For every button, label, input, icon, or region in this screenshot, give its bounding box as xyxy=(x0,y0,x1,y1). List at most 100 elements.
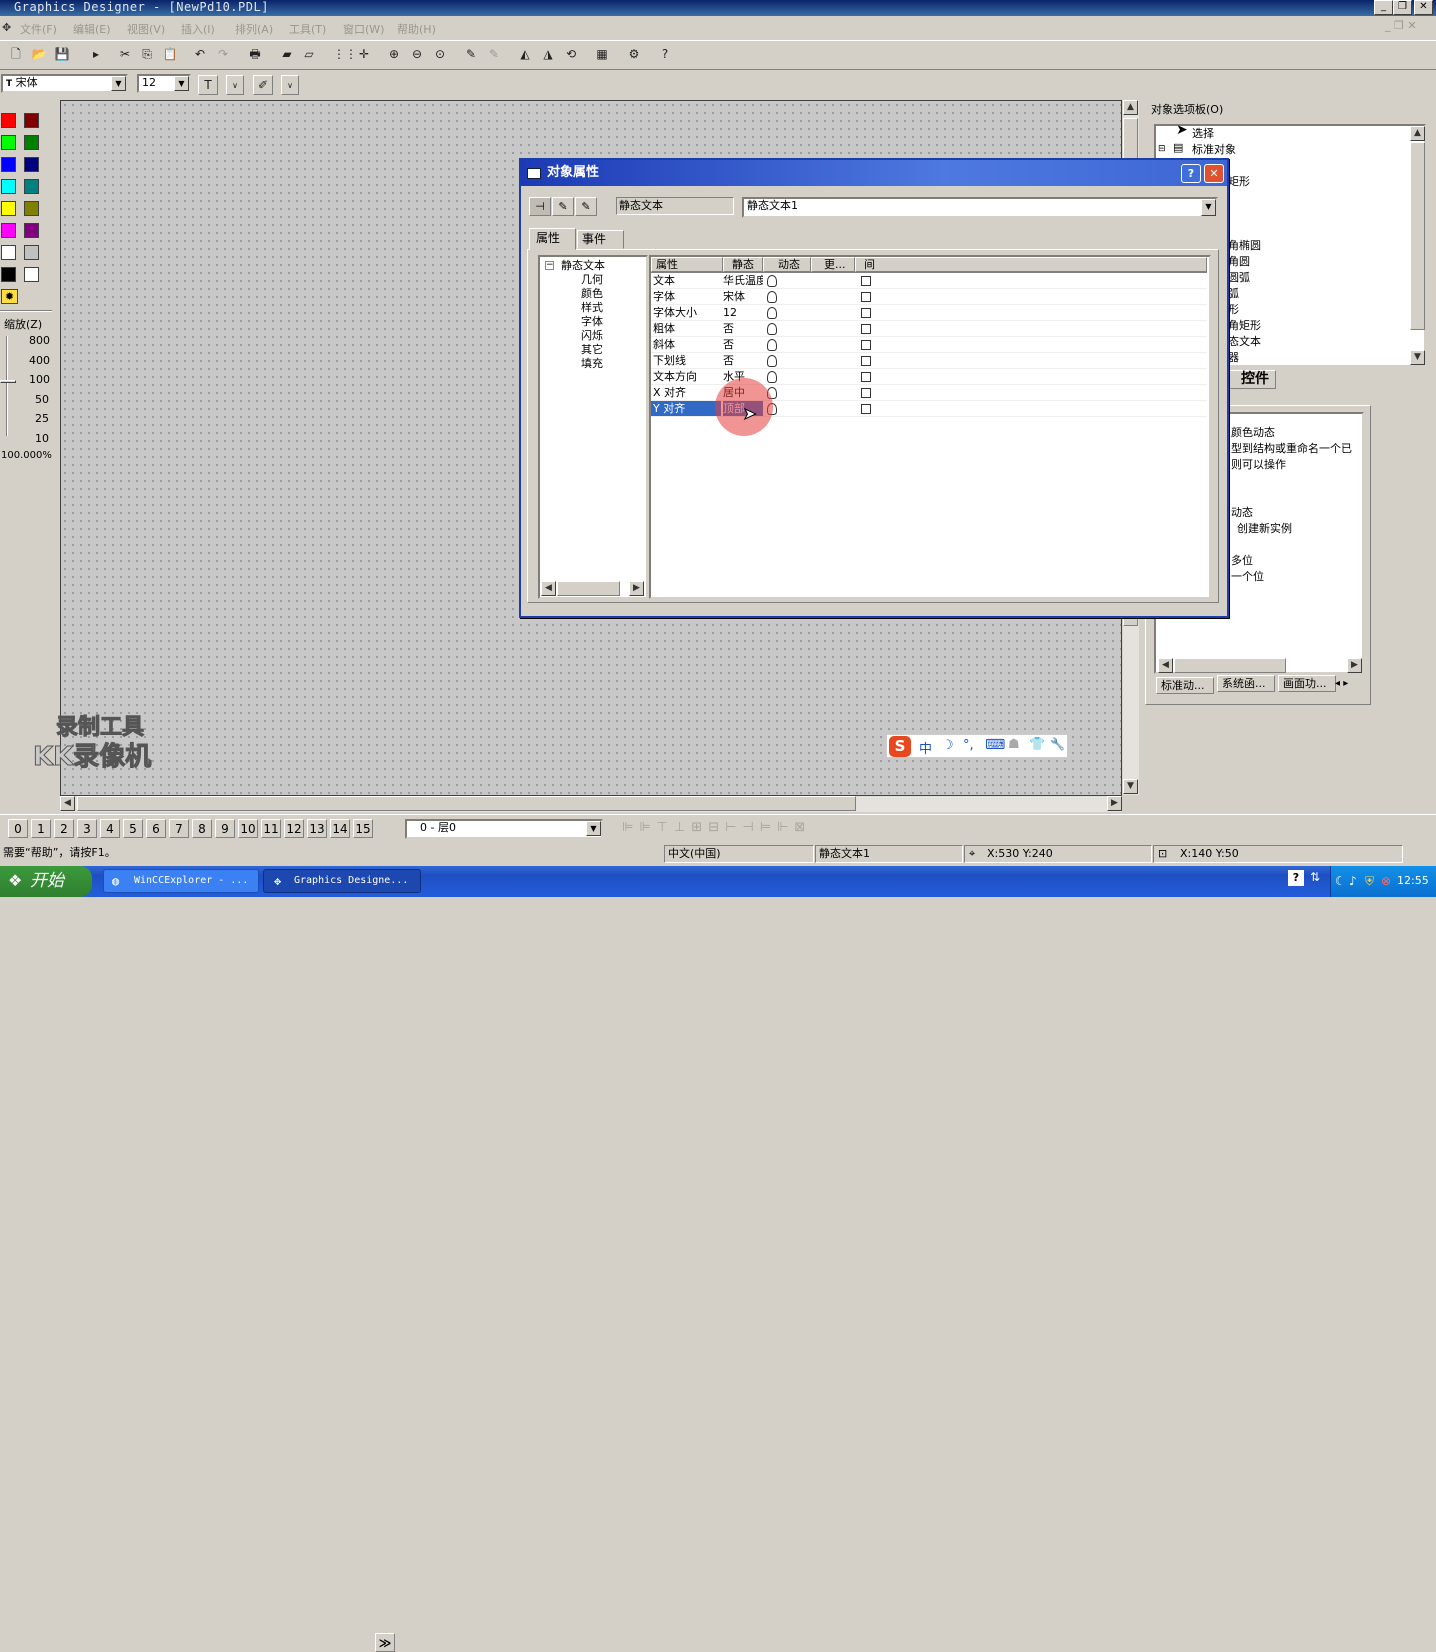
property-row[interactable]: 字体大小 12 xyxy=(651,305,1211,321)
indirect-checkbox[interactable] xyxy=(861,308,871,318)
dynamic-bulb-icon[interactable] xyxy=(767,291,777,303)
dynamic-item[interactable]: 创建新实例 xyxy=(1237,522,1292,535)
scroll-right-icon[interactable]: ▶ xyxy=(1347,658,1362,673)
object-name-combo[interactable]: 静态文本1 ▼ xyxy=(742,197,1218,218)
indirect-checkbox[interactable] xyxy=(861,324,871,334)
property-name[interactable]: Y 对齐 xyxy=(651,401,721,416)
text-background-icon[interactable]: ✐ xyxy=(253,75,273,95)
redo-icon[interactable]: ↷ xyxy=(213,45,233,65)
property-name[interactable]: 文本方向 xyxy=(651,369,721,384)
layer-button[interactable]: 14 xyxy=(330,819,350,838)
menu-arrange[interactable]: 排列(A) xyxy=(235,21,273,37)
snap-icon[interactable]: ✛ xyxy=(354,45,374,65)
indirect-checkbox[interactable] xyxy=(861,276,871,286)
property-name[interactable]: 字体大小 xyxy=(651,305,721,320)
paint-icon[interactable]: ✎ xyxy=(484,45,504,65)
color-swatch[interactable] xyxy=(1,179,16,194)
indirect-checkbox[interactable] xyxy=(861,292,871,302)
tree-item[interactable]: 样式 xyxy=(581,301,603,314)
property-row[interactable]: 斜体否 xyxy=(651,337,1211,353)
tree-item[interactable]: 角椭圆 xyxy=(1228,239,1261,252)
layer-button[interactable]: 5 xyxy=(123,819,143,838)
network-icon[interactable]: ⇅ xyxy=(1310,870,1320,884)
chevron-down-icon[interactable]: ∨ xyxy=(281,75,299,95)
tree-item[interactable]: 形 xyxy=(1228,303,1239,316)
tree-item[interactable]: 闪烁 xyxy=(581,329,603,342)
tree-item[interactable]: 器 xyxy=(1228,351,1239,364)
tree-item-select[interactable]: 选择 xyxy=(1192,127,1214,140)
new-file-icon[interactable]: 🗋 xyxy=(6,45,26,65)
mirror-horizontal-icon[interactable]: ◮ xyxy=(538,45,558,65)
send-back-icon[interactable]: ▱ xyxy=(299,45,319,65)
layer-button[interactable]: 12 xyxy=(284,819,304,838)
tab-events[interactable]: 事件 xyxy=(577,230,624,249)
tree-item[interactable]: 填充 xyxy=(581,357,603,370)
tab-system-functions[interactable]: 系统函... xyxy=(1217,675,1275,692)
property-name[interactable]: 文本 xyxy=(651,273,721,288)
layer-button[interactable]: 1 xyxy=(31,819,51,838)
zoom-slider-thumb[interactable] xyxy=(0,380,16,383)
moon-icon[interactable]: ☽ xyxy=(942,738,954,753)
keyboard-icon[interactable]: ⌨ xyxy=(985,737,1005,753)
property-row[interactable]: 字体 宋体 xyxy=(651,289,1211,305)
scroll-right-icon[interactable]: ▶ xyxy=(629,581,644,596)
scroll-left-icon[interactable]: ◀ xyxy=(541,581,556,596)
scroll-thumb[interactable] xyxy=(1410,142,1425,330)
indirect-checkbox[interactable] xyxy=(861,404,871,414)
dynamic-bulb-icon[interactable] xyxy=(767,323,777,335)
pin-icon[interactable]: ⊣ xyxy=(529,197,551,216)
task-graphics-designer[interactable]: ✥ Graphics Designe... xyxy=(263,869,421,893)
brush-icon[interactable]: ✎ xyxy=(575,197,597,216)
tab-picture-functions[interactable]: 画面功... xyxy=(1278,675,1336,692)
property-static-value[interactable]: 否 xyxy=(723,321,763,336)
color-swatch[interactable] xyxy=(1,135,16,150)
zoom-in-icon[interactable]: ⊕ xyxy=(384,45,404,65)
library-icon[interactable]: ⚙ xyxy=(624,45,644,65)
dynamic-bulb-icon[interactable] xyxy=(767,371,777,383)
zoom-level[interactable]: 800 xyxy=(29,331,50,351)
layer-button[interactable]: 4 xyxy=(100,819,120,838)
zoom-level[interactable]: 10 xyxy=(29,429,49,449)
layer-button[interactable]: 10 xyxy=(238,819,258,838)
tree-item[interactable]: 几何 xyxy=(581,273,603,286)
zoom-fit-icon[interactable]: ⊙ xyxy=(430,45,450,65)
col-header-indirect[interactable]: 间 xyxy=(855,257,1207,272)
tree-item[interactable]: 态文本 xyxy=(1228,335,1261,348)
color-swatch[interactable] xyxy=(24,201,39,216)
color-swatch[interactable] xyxy=(24,113,39,128)
tree-root[interactable]: 静态文本 xyxy=(561,259,605,272)
undo-icon[interactable]: ↶ xyxy=(190,45,210,65)
zoom-slider-track[interactable] xyxy=(6,336,8,436)
print-icon[interactable]: 🖶 xyxy=(245,45,265,65)
sogou-logo-icon[interactable]: S xyxy=(889,736,911,757)
property-static-value[interactable]: 否 xyxy=(723,353,763,368)
minimize-button[interactable]: _ xyxy=(1374,0,1393,15)
scroll-right-icon[interactable]: ▶ xyxy=(1107,796,1122,811)
menu-window[interactable]: 窗口(W) xyxy=(343,21,384,37)
zoom-level[interactable]: 400 xyxy=(29,351,50,371)
zoom-out-icon[interactable]: ⊖ xyxy=(407,45,427,65)
dynamic-item[interactable]: 多位 xyxy=(1231,554,1253,567)
layer-button[interactable]: 3 xyxy=(77,819,97,838)
menu-insert[interactable]: 插入(I) xyxy=(181,21,215,37)
color-swatch[interactable] xyxy=(24,135,39,150)
tree-item[interactable]: 其它 xyxy=(581,343,603,356)
col-header-property[interactable]: 属性 xyxy=(651,257,723,272)
properties-icon[interactable]: ▦ xyxy=(592,45,612,65)
color-swatch[interactable] xyxy=(24,267,39,282)
color-swatch[interactable] xyxy=(24,223,39,238)
color-swatch[interactable] xyxy=(1,113,16,128)
font-name-combo[interactable]: T 宋体 ▼ xyxy=(1,74,128,93)
property-static-value[interactable]: 华氏温度 xyxy=(723,273,763,288)
layer-button[interactable]: 0 xyxy=(8,819,28,838)
color-swatch[interactable] xyxy=(24,245,39,260)
copy-icon[interactable]: ⎘ xyxy=(137,45,157,65)
property-static-value[interactable]: 否 xyxy=(723,337,763,352)
menu-help[interactable]: 帮助(H) xyxy=(397,21,436,37)
color-swatch[interactable] xyxy=(24,157,39,172)
chevron-down-icon[interactable]: ▼ xyxy=(111,76,126,91)
color-swatch[interactable] xyxy=(1,245,16,260)
indirect-checkbox[interactable] xyxy=(861,340,871,350)
cut-icon[interactable]: ✂ xyxy=(115,45,135,65)
punctuation-icon[interactable]: °, xyxy=(963,738,974,753)
